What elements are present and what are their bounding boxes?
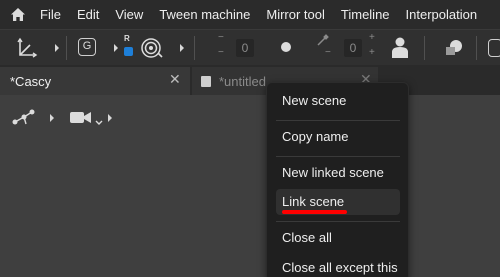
menu-divider [276, 120, 400, 121]
document-icon [201, 75, 211, 87]
character-icon[interactable] [390, 36, 410, 65]
chevron-down-icon[interactable] [95, 113, 103, 131]
menu-timeline[interactable]: Timeline [333, 0, 398, 29]
minus-label: − [325, 47, 331, 58]
expand-arrow-icon[interactable] [108, 114, 112, 122]
plus-label: + [369, 47, 375, 58]
menu-item-copy-name[interactable]: Copy name [276, 124, 400, 150]
shapes-icon[interactable] [444, 39, 464, 62]
expand-arrow-icon[interactable] [55, 44, 59, 52]
expand-arrow-icon[interactable] [114, 44, 118, 52]
offset-field[interactable]: 0 [344, 39, 362, 57]
menu-edit[interactable]: Edit [69, 0, 107, 29]
menu-divider [276, 156, 400, 157]
minus-label: − [218, 47, 224, 58]
tab-context-menu: New scene Copy name New linked scene Lin… [266, 82, 409, 277]
onion-skin-icon[interactable] [140, 37, 164, 64]
toolbar: G R − − 0 − 0 + + [0, 29, 500, 65]
menu-tween-machine[interactable]: Tween machine [151, 0, 258, 29]
toolbar-separator [424, 36, 425, 60]
toolbar-separator [476, 36, 477, 60]
home-icon[interactable] [4, 0, 32, 29]
tab-cascy[interactable]: *Cascy [0, 67, 190, 95]
tab-label: *untitled [219, 73, 266, 89]
tab-label: *Cascy [10, 73, 52, 89]
menu-item-new-linked-scene[interactable]: New linked scene [276, 160, 400, 186]
ghost-button[interactable]: G [78, 38, 96, 56]
axis-icon[interactable] [16, 37, 38, 64]
menu-item-close-all-except-this[interactable]: Close all except this [276, 255, 400, 277]
toolbar-overflow-button[interactable] [488, 39, 500, 57]
rig-graph-icon[interactable] [11, 108, 35, 133]
menu-divider [276, 221, 400, 222]
tab-bar: *Cascy ✕ *untitled ✕ [0, 65, 500, 95]
menu-file[interactable]: File [32, 0, 69, 29]
menu-view[interactable]: View [107, 0, 151, 29]
expand-arrow-icon[interactable] [180, 44, 184, 52]
plus-label: + [369, 32, 375, 43]
record-badge-icon[interactable] [124, 47, 133, 56]
toolbar-separator [66, 36, 67, 60]
close-icon[interactable]: ✕ [169, 71, 181, 88]
menu-item-close-all[interactable]: Close all [276, 225, 400, 251]
menu-interpolation[interactable]: Interpolation [398, 0, 486, 29]
highlight-underline [282, 210, 347, 214]
scene-view[interactable] [0, 95, 500, 277]
menu-bar: File Edit View Tween machine Mirror tool… [0, 0, 500, 29]
r-label: R [124, 34, 130, 43]
menu-item-new-scene[interactable]: New scene [276, 88, 400, 114]
offset-field[interactable]: 0 [236, 39, 254, 57]
menu-mirror-tool[interactable]: Mirror tool [258, 0, 333, 29]
camera-icon[interactable] [69, 109, 93, 132]
minus-label: − [218, 32, 224, 43]
toolbar-separator [194, 36, 195, 60]
key-dot-icon[interactable] [281, 42, 291, 52]
expand-arrow-icon[interactable] [50, 114, 54, 122]
